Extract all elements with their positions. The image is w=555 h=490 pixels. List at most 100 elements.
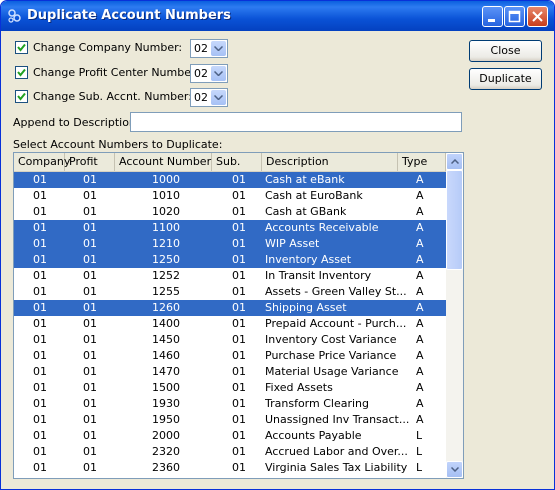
column-header-sub[interactable]: Sub. (212, 153, 262, 171)
dialog-body: Change Company Number: 02 Change Profit … (5, 31, 550, 485)
table-row[interactable]: 01 01 1460 01 Purchase Price Variance A (14, 348, 446, 364)
cell-sub: 01 (232, 253, 246, 266)
table-row[interactable]: 01 01 1500 01 Fixed Assets A (14, 380, 446, 396)
table-row[interactable]: 01 01 2000 01 Accounts Payable L (14, 428, 446, 444)
change-profit-checkbox[interactable] (15, 66, 28, 79)
cell-account: 1250 (152, 253, 180, 266)
scroll-down-button[interactable] (446, 461, 463, 478)
table-row[interactable]: 01 01 1400 01 Prepaid Account - Purch... A (14, 316, 446, 332)
duplicate-button-label: Duplicate (479, 72, 532, 85)
cell-description: Virginia Sales Tax Liability (265, 461, 408, 474)
cell-account: 1470 (152, 365, 180, 378)
cell-type: L (416, 429, 423, 442)
cell-type: A (416, 205, 424, 218)
table-row[interactable]: 01 01 1450 01 Inventory Cost Variance A (14, 332, 446, 348)
table-row[interactable]: 01 01 1950 01 Unassigned Inv Transact... A (14, 412, 446, 428)
cell-type: A (416, 301, 424, 314)
cell-profit: 01 (83, 205, 97, 218)
cell-profit: 01 (83, 365, 97, 378)
cell-account: 1255 (152, 285, 180, 298)
cell-description: WIP Asset (265, 237, 320, 250)
cell-description: Material Usage Variance (265, 365, 399, 378)
dropdown-arrow-icon (214, 95, 223, 100)
cell-account: 2000 (152, 429, 180, 442)
cell-account: 1100 (152, 221, 180, 234)
list-label: Select Account Numbers to Duplicate: (13, 138, 223, 151)
cell-sub: 01 (232, 317, 246, 330)
column-header-type[interactable]: Type (398, 153, 446, 171)
cell-account: 2320 (152, 445, 180, 458)
cell-description: Accounts Payable (265, 429, 362, 442)
scroll-up-icon (451, 159, 459, 164)
cell-type: L (416, 461, 423, 474)
cell-type: A (416, 365, 424, 378)
minimize-button[interactable] (482, 6, 503, 27)
table-row[interactable]: 01 01 1010 01 Cash at EuroBank A (14, 188, 446, 204)
cell-account: 1010 (152, 189, 180, 202)
cell-sub: 01 (232, 189, 246, 202)
cell-company: 01 (33, 317, 47, 330)
title-bar[interactable]: Duplicate Account Numbers (1, 1, 554, 31)
table-row[interactable]: 01 01 2360 01 Virginia Sales Tax Liability L (14, 460, 446, 476)
change-company-checkbox[interactable] (15, 41, 28, 54)
cell-description: Cash at GBank (265, 205, 347, 218)
sub-number-select[interactable]: 02 (190, 88, 228, 107)
cell-type: A (416, 333, 424, 346)
table-row[interactable]: 01 01 1020 01 Cash at GBank A (14, 204, 446, 220)
profit-number-select[interactable]: 02 (190, 64, 228, 83)
close-button[interactable]: Close (469, 40, 542, 62)
scroll-up-button[interactable] (446, 153, 463, 170)
cell-description: In Transit Inventory (265, 269, 372, 282)
table-row[interactable]: 01 01 1260 01 Shipping Asset A (14, 300, 446, 316)
table-row[interactable]: 01 01 1930 01 Transform Clearing A (14, 396, 446, 412)
table-row[interactable]: 01 01 2320 01 Accrued Labor and Over... L (14, 444, 446, 460)
cell-type: A (416, 285, 424, 298)
cell-sub: 01 (232, 285, 246, 298)
cell-sub: 01 (232, 429, 246, 442)
list-header: Company Profit Account Number Sub. Descr… (14, 153, 446, 172)
table-row[interactable]: 01 01 1100 01 Accounts Receivable A (14, 220, 446, 236)
column-header-description[interactable]: Description (262, 153, 398, 171)
cell-company: 01 (33, 429, 47, 442)
column-header-company[interactable]: Company (14, 153, 70, 171)
append-description-input[interactable] (130, 112, 462, 132)
company-number-select[interactable]: 02 (190, 39, 228, 58)
change-sub-label: Change Sub. Accnt. Number: (33, 90, 192, 103)
table-row[interactable]: 01 01 1000 01 Cash at eBank A (14, 172, 446, 188)
cell-company: 01 (33, 189, 47, 202)
profit-dropdown-button[interactable] (211, 66, 226, 81)
scroll-down-icon (451, 467, 459, 472)
close-window-button[interactable] (527, 6, 548, 27)
table-row[interactable]: 01 01 1470 01 Material Usage Variance A (14, 364, 446, 380)
table-row[interactable]: 01 01 1210 01 WIP Asset A (14, 236, 446, 252)
account-list[interactable]: Company Profit Account Number Sub. Descr… (13, 152, 464, 479)
checkmark-icon (17, 43, 26, 52)
company-dropdown-button[interactable] (211, 41, 226, 56)
checkmark-icon (17, 92, 26, 101)
column-header-profit[interactable]: Profit (65, 153, 115, 171)
maximize-button[interactable] (504, 6, 525, 27)
table-row[interactable]: 01 01 1250 01 Inventory Asset A (14, 252, 446, 268)
cell-profit: 01 (83, 397, 97, 410)
cell-sub: 01 (232, 173, 246, 186)
cell-company: 01 (33, 413, 47, 426)
cell-company: 01 (33, 397, 47, 410)
cell-type: A (416, 221, 424, 234)
cell-type: A (416, 237, 424, 250)
cell-profit: 01 (83, 253, 97, 266)
cell-account: 1260 (152, 301, 180, 314)
table-row[interactable]: 01 01 1255 01 Assets - Green Valley St... A (14, 284, 446, 300)
scroll-thumb[interactable] (446, 170, 463, 270)
cell-description: Unassigned Inv Transact... (265, 413, 410, 426)
duplicate-button[interactable]: Duplicate (469, 68, 542, 90)
vertical-scrollbar[interactable] (446, 153, 463, 478)
cell-profit: 01 (83, 349, 97, 362)
cell-description: Cash at EuroBank (265, 189, 363, 202)
change-sub-checkbox[interactable] (15, 90, 28, 103)
cell-description: Accounts Receivable (265, 221, 379, 234)
sub-dropdown-button[interactable] (211, 90, 226, 105)
dialog-window: Duplicate Account Numbers Change Company… (0, 0, 555, 490)
cell-company: 01 (33, 237, 47, 250)
table-row[interactable]: 01 01 1252 01 In Transit Inventory A (14, 268, 446, 284)
column-header-account[interactable]: Account Number (115, 153, 212, 171)
